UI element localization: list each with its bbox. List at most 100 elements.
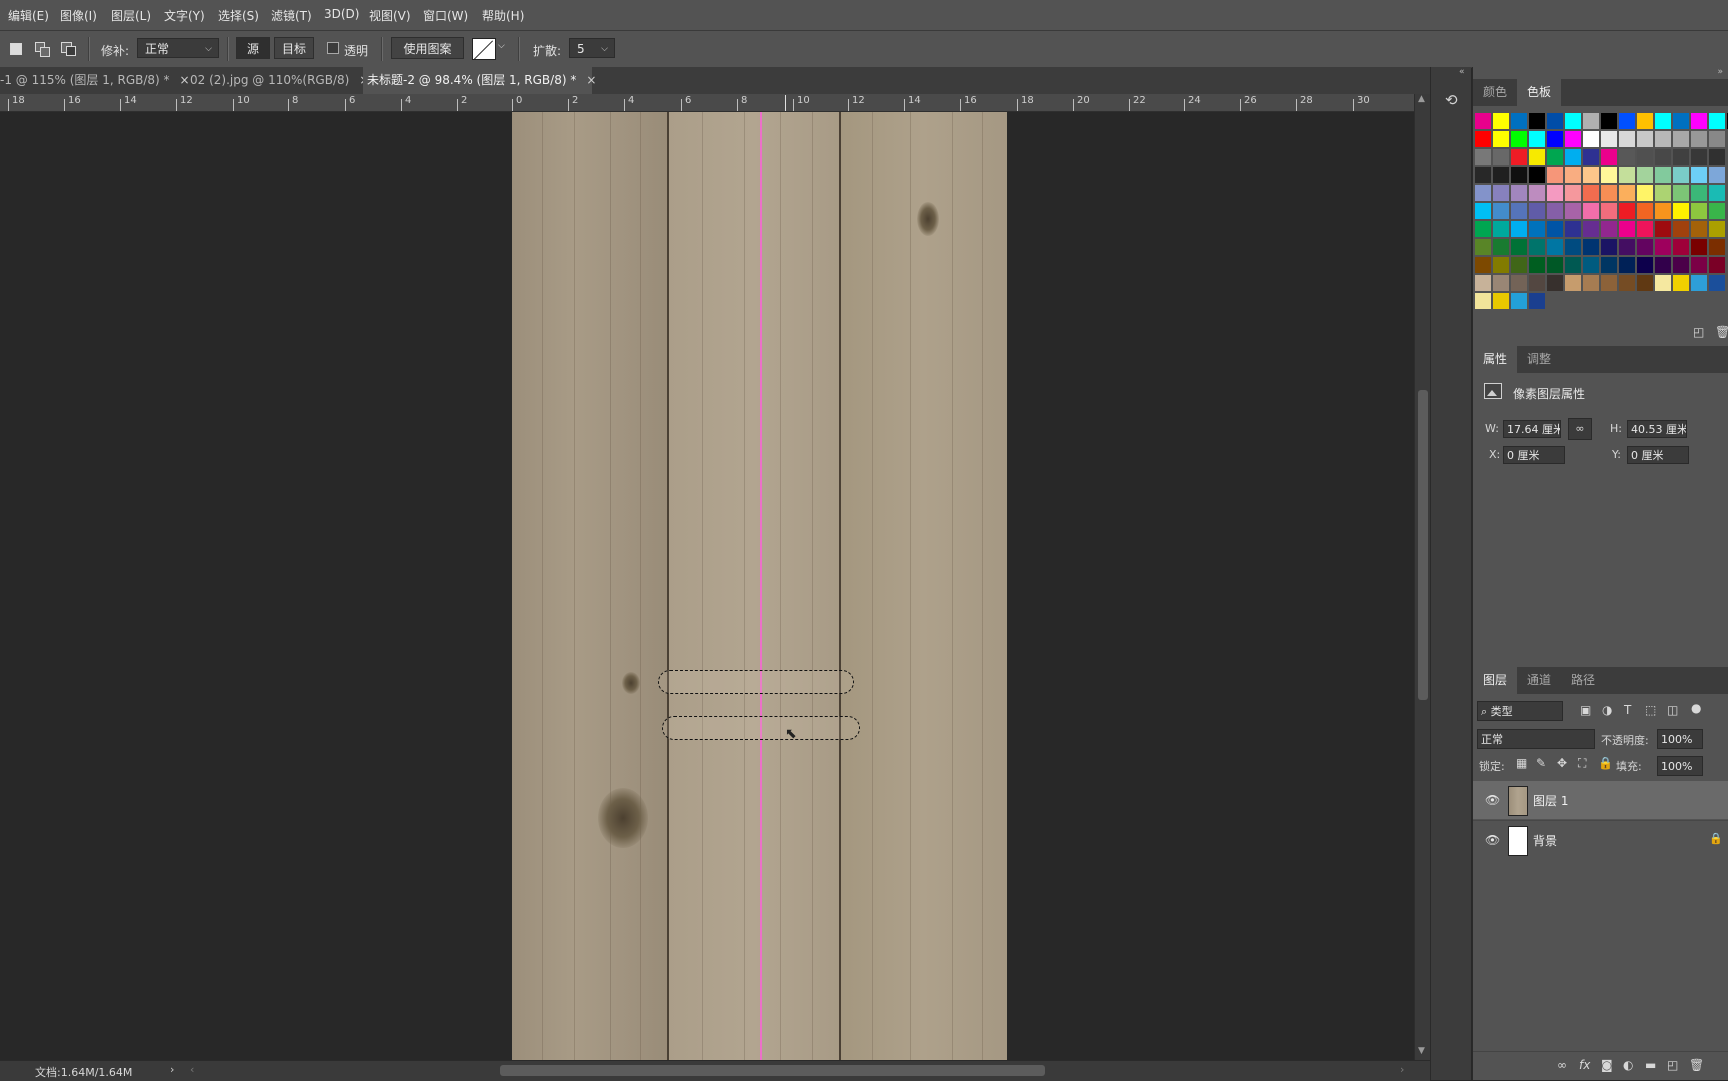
scroll-right-icon[interactable]: ›	[1400, 1063, 1404, 1076]
color-swatch[interactable]	[1529, 113, 1545, 129]
color-swatch[interactable]	[1493, 221, 1509, 237]
color-swatch[interactable]	[1529, 185, 1545, 201]
guide-line[interactable]	[760, 112, 762, 1060]
color-swatch[interactable]	[1637, 257, 1653, 273]
adjustment-filter-icon[interactable]: ◑	[1602, 703, 1612, 717]
color-swatch[interactable]	[1673, 275, 1689, 291]
layer-mask-icon[interactable]: ◙	[1601, 1058, 1613, 1072]
color-swatch[interactable]	[1529, 167, 1545, 183]
color-swatch[interactable]	[1619, 221, 1635, 237]
color-swatch[interactable]	[1691, 275, 1707, 291]
color-swatch[interactable]	[1637, 275, 1653, 291]
color-swatch[interactable]	[1619, 131, 1635, 147]
color-swatch[interactable]	[1493, 131, 1509, 147]
adjustment-layer-icon[interactable]: ◐	[1623, 1058, 1633, 1072]
color-swatch[interactable]	[1475, 113, 1491, 129]
color-swatch[interactable]	[1511, 257, 1527, 273]
color-swatch[interactable]	[1601, 149, 1617, 165]
visibility-eye-icon[interactable]: 👁	[1485, 833, 1500, 847]
new-layer-icon[interactable]: ◰	[1667, 1058, 1678, 1072]
color-swatch[interactable]	[1493, 149, 1509, 165]
color-swatch[interactable]	[1511, 275, 1527, 291]
new-group-icon[interactable]: ▬	[1645, 1058, 1656, 1072]
color-swatch[interactable]	[1475, 203, 1491, 219]
vertical-scrollbar[interactable]: ▲ ▼	[1414, 94, 1431, 1060]
diffusion-select[interactable]: 5 ⌵	[569, 38, 615, 58]
color-swatch[interactable]	[1637, 167, 1653, 183]
color-swatch[interactable]	[1655, 185, 1671, 201]
blend-mode-select[interactable]: 正常	[1477, 729, 1595, 749]
color-swatch[interactable]	[1583, 239, 1599, 255]
lock-transparent-icon[interactable]: ▦	[1516, 756, 1527, 770]
menu-edit[interactable]: 编辑(E)	[8, 7, 49, 24]
menu-image[interactable]: 图像(I)	[60, 7, 97, 24]
menu-window[interactable]: 窗口(W)	[423, 7, 468, 24]
tab-color[interactable]: 颜色	[1473, 79, 1517, 106]
trash-icon[interactable]: 🗑	[1715, 325, 1728, 339]
layer-row-layer1[interactable]: 👁 图层 1	[1473, 781, 1728, 819]
color-swatch[interactable]	[1583, 275, 1599, 291]
color-swatch[interactable]	[1691, 167, 1707, 183]
color-swatch[interactable]	[1655, 131, 1671, 147]
collapse-arrows-icon[interactable]: »	[1717, 67, 1723, 77]
canvas-area[interactable]: ⬉	[0, 112, 1414, 1060]
color-swatch[interactable]	[1565, 275, 1581, 291]
color-swatch[interactable]	[1511, 293, 1527, 309]
color-swatch[interactable]	[1475, 257, 1491, 273]
swatch-grid[interactable]	[1473, 113, 1728, 383]
color-swatch[interactable]	[1565, 131, 1581, 147]
color-swatch[interactable]	[1511, 131, 1527, 147]
document-image[interactable]	[512, 112, 1007, 1060]
menu-3d[interactable]: 3D(D)	[324, 7, 359, 21]
color-swatch[interactable]	[1529, 239, 1545, 255]
color-swatch[interactable]	[1493, 113, 1509, 129]
tab-adjustments[interactable]: 调整	[1517, 346, 1561, 373]
color-swatch[interactable]	[1619, 257, 1635, 273]
color-swatch[interactable]	[1691, 221, 1707, 237]
trash-icon[interactable]: 🗑	[1689, 1058, 1704, 1072]
color-swatch[interactable]	[1655, 203, 1671, 219]
color-swatch[interactable]	[1673, 149, 1689, 165]
color-swatch[interactable]	[1529, 203, 1545, 219]
color-swatch[interactable]	[1547, 185, 1563, 201]
scroll-down-icon[interactable]: ▼	[1418, 1046, 1425, 1056]
color-swatch[interactable]	[1709, 221, 1725, 237]
color-swatch[interactable]	[1691, 203, 1707, 219]
color-swatch[interactable]	[1691, 239, 1707, 255]
color-swatch[interactable]	[1547, 239, 1563, 255]
color-swatch[interactable]	[1547, 149, 1563, 165]
color-swatch[interactable]	[1655, 221, 1671, 237]
color-swatch[interactable]	[1565, 113, 1581, 129]
tab-properties[interactable]: 属性	[1473, 346, 1518, 373]
horizontal-scroll-thumb[interactable]	[500, 1065, 1045, 1076]
color-swatch[interactable]	[1511, 167, 1527, 183]
height-field[interactable]: 40.53 厘米	[1627, 420, 1687, 438]
color-swatch[interactable]	[1565, 257, 1581, 273]
color-swatch[interactable]	[1601, 185, 1617, 201]
color-swatch[interactable]	[1691, 149, 1707, 165]
color-swatch[interactable]	[1511, 149, 1527, 165]
color-swatch[interactable]	[1529, 257, 1545, 273]
color-swatch[interactable]	[1511, 221, 1527, 237]
collapse-arrows-icon[interactable]: «	[1459, 67, 1465, 77]
color-swatch[interactable]	[1547, 257, 1563, 273]
color-swatch[interactable]	[1547, 167, 1563, 183]
color-swatch[interactable]	[1709, 149, 1725, 165]
color-swatch[interactable]	[1583, 203, 1599, 219]
transparent-checkbox[interactable]	[327, 42, 339, 54]
color-swatch[interactable]	[1547, 275, 1563, 291]
color-swatch[interactable]	[1529, 275, 1545, 291]
color-swatch[interactable]	[1709, 203, 1725, 219]
color-swatch[interactable]	[1529, 293, 1545, 309]
add-to-selection-icon[interactable]	[34, 40, 52, 58]
color-swatch[interactable]	[1475, 185, 1491, 201]
color-swatch[interactable]	[1583, 167, 1599, 183]
scroll-left-icon[interactable]: ‹	[190, 1063, 194, 1076]
color-swatch[interactable]	[1655, 113, 1671, 129]
color-swatch[interactable]	[1637, 221, 1653, 237]
menu-layer[interactable]: 图层(L)	[111, 7, 151, 24]
color-swatch[interactable]	[1493, 203, 1509, 219]
color-swatch[interactable]	[1709, 239, 1725, 255]
lock-all-icon[interactable]: 🔒	[1598, 756, 1613, 770]
menu-select[interactable]: 选择(S)	[218, 7, 259, 24]
